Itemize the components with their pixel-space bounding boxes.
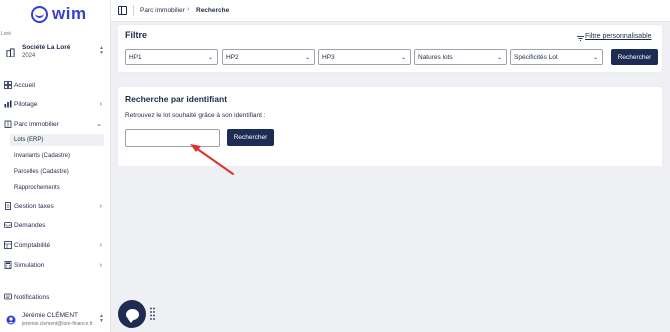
sidebar-toggle-icon[interactable] xyxy=(118,6,127,15)
building-icon xyxy=(4,120,12,128)
wim-logo[interactable]: wim xyxy=(31,4,87,24)
select-value: Natures lots xyxy=(418,53,453,61)
filter-title: Filtre xyxy=(125,30,148,40)
divider xyxy=(133,5,134,16)
sidebar-label: Comptabilité xyxy=(14,241,51,249)
chevron-down-icon: ⌄ xyxy=(592,55,598,61)
building-icon xyxy=(6,48,15,57)
breadcrumb-parent[interactable]: Parc immobilier xyxy=(140,7,185,14)
hp1-select[interactable]: HP1 ⌄ xyxy=(125,49,218,65)
inbox-icon xyxy=(4,222,12,228)
natures-lots-select[interactable]: Natures lots ⌄ xyxy=(414,49,507,65)
breadcrumb-current: Recherche xyxy=(196,7,230,14)
sidebar-label: Simulation xyxy=(14,261,45,269)
select-value: Spécificités Lot xyxy=(514,53,558,61)
user-menu[interactable]: Jérémie CLÉMENT jeremie.clement@lore-fin… xyxy=(4,311,108,331)
sidebar-item-notifications[interactable]: Notifications xyxy=(0,290,110,304)
org-selector[interactable]: Société La Loré 2024 ▲ ▼ xyxy=(4,43,108,63)
home-grid-icon xyxy=(4,81,12,89)
chevron-right-icon: › xyxy=(99,241,102,249)
lot-id-input[interactable] xyxy=(125,129,220,147)
bar-chart-icon xyxy=(4,100,12,108)
sidebar-subitem-parcelles[interactable]: Parcelles (Cadastre) xyxy=(14,166,69,178)
chevron-down-icon: ⌄ xyxy=(96,121,102,128)
sidebar-label: Demandes xyxy=(14,221,46,229)
sidebar-subitem-rapprochements[interactable]: Rapprochements xyxy=(14,182,60,194)
chevron-up-down-icon: ▲ ▼ xyxy=(99,313,104,324)
chevron-right-icon: › xyxy=(99,100,102,108)
chevron-right-icon: › xyxy=(99,261,102,269)
chevron-down-icon: ⌄ xyxy=(207,55,213,61)
sidebar-label: Pilotage xyxy=(14,100,38,108)
sidebar-subitem-invariants[interactable]: Invariants (Cadastre) xyxy=(14,150,70,162)
sidebar: wim Loré Société La Loré 2024 ▲ ▼ Accueil… xyxy=(0,0,111,332)
user-name: Jérémie CLÉMENT xyxy=(22,312,78,319)
drag-handle-icon[interactable] xyxy=(150,307,155,321)
sidebar-label: Gestion taxes xyxy=(14,202,54,210)
sidebar-item-demandes[interactable]: Demandes xyxy=(0,218,110,232)
sidebar-item-pilotage[interactable]: Pilotage › xyxy=(0,97,110,111)
sidebar-item-comptabilite[interactable]: Comptabilité › xyxy=(0,238,110,252)
select-value: HP2 xyxy=(226,53,239,61)
sidebar-label: Parc immobilier xyxy=(14,120,59,128)
sidebar-item-accueil[interactable]: Accueil xyxy=(0,78,110,92)
select-value: HP1 xyxy=(129,53,142,61)
id-search-description: Retrouvez le lot souhaité grâce à son id… xyxy=(125,112,266,119)
sidebar-item-gestion-taxes[interactable]: Gestion taxes › xyxy=(0,199,110,213)
wim-logo-icon xyxy=(31,5,48,23)
custom-filter-link[interactable]: Filtre personnalisable xyxy=(585,33,652,40)
ledger-icon xyxy=(4,241,12,249)
sidebar-label: Notifications xyxy=(14,293,50,301)
id-search-title: Recherche par identifiant xyxy=(125,94,228,104)
org-name: Société La Loré xyxy=(22,44,71,51)
user-email: jeremie.clement@lore-finance.fr xyxy=(22,321,93,327)
id-search-button[interactable]: Rechercher xyxy=(227,129,274,146)
sidebar-label: Accueil xyxy=(14,81,35,89)
hp2-select[interactable]: HP2 ⌄ xyxy=(222,49,315,65)
message-icon xyxy=(4,293,12,300)
breadcrumb-separator-icon: › xyxy=(187,6,190,13)
hp3-select[interactable]: HP3 ⌄ xyxy=(318,49,411,65)
chat-bubble-icon xyxy=(125,308,139,323)
org-year: 2024 xyxy=(22,53,36,59)
chevron-down-icon: ⌄ xyxy=(304,55,310,61)
chevron-down-icon: ⌄ xyxy=(496,55,502,61)
chevron-right-icon: › xyxy=(99,202,102,210)
id-search-card: Recherche par identifiant Retrouvez le l… xyxy=(118,87,662,166)
chat-button[interactable] xyxy=(118,300,146,328)
chevron-down-icon: ⌄ xyxy=(400,55,406,61)
sidebar-item-parc-immobilier[interactable]: Parc immobilier ⌄ xyxy=(0,117,110,131)
org-caption: Loré xyxy=(1,31,12,37)
sidebar-subitem-lots-erp[interactable]: Lots (ERP) xyxy=(14,134,43,146)
logo-text: wim xyxy=(52,4,87,23)
topbar: Parc immobilier › Recherche xyxy=(111,0,670,22)
chevron-up-down-icon: ▲ ▼ xyxy=(99,45,104,56)
sidebar-item-simulation[interactable]: Simulation › xyxy=(0,258,110,272)
user-avatar-icon xyxy=(6,315,16,325)
document-icon xyxy=(5,202,11,210)
select-value: HP3 xyxy=(322,53,335,61)
specificites-lot-select[interactable]: Spécificités Lot ⌄ xyxy=(510,49,603,65)
filter-icon xyxy=(577,36,584,41)
calculator-icon xyxy=(4,261,12,269)
filter-search-button[interactable]: Rechercher xyxy=(611,49,658,65)
